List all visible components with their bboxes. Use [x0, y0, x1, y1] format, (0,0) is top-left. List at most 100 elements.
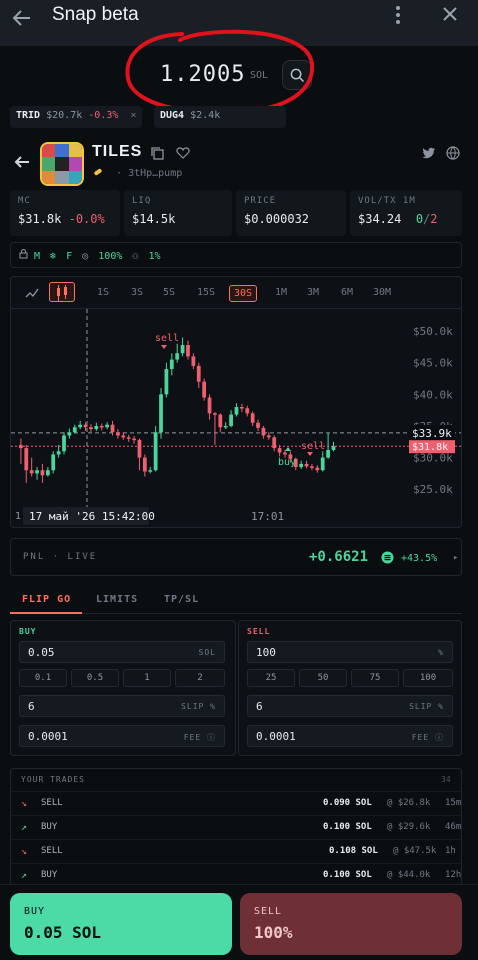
buy-slippage-input[interactable]: 6 SLIP %	[19, 695, 225, 717]
candle-body	[78, 424, 83, 428]
token-stats: MC $31.8k -0.0% LIQ $14.5k PRICE $0.0000…	[10, 190, 462, 236]
trade-row[interactable]: ↗ BUY 0.100 SOL @ $44.0k 12h	[11, 863, 461, 885]
tf-3m[interactable]: 3M	[303, 285, 323, 300]
tf-30s[interactable]: 30S	[229, 285, 258, 302]
globe-icon[interactable]	[446, 146, 460, 160]
buy-preset-button[interactable]: 1	[123, 669, 171, 687]
twitter-icon[interactable]	[422, 146, 436, 160]
trade-mc: @ $44.0k	[387, 870, 431, 880]
buy-preset-button[interactable]: 0.5	[71, 669, 119, 687]
sell-marker-label: sell	[301, 441, 325, 452]
sell-panel-title: SELL	[247, 627, 271, 636]
token-address[interactable]: · 3tHp…pump	[116, 168, 182, 179]
sell-preset-button[interactable]: 50	[299, 669, 347, 687]
tf-3s[interactable]: 3S	[127, 285, 147, 300]
tf-6m[interactable]: 6M	[337, 285, 357, 300]
candle-body	[320, 457, 325, 471]
y-tick-label: $45.0k	[413, 357, 453, 370]
buy-button[interactable]: BUY 0.05 SOL	[10, 893, 232, 955]
buy-fee-input[interactable]: 0.0001 FEE ⓘ	[19, 725, 225, 747]
close-icon[interactable]	[440, 4, 460, 24]
candle-body	[132, 438, 136, 441]
buy-preset-button[interactable]: 2	[175, 669, 225, 687]
your-trades: YOUR TRADES 34 ↘ SELL 0.090 SOL @ $26.8k…	[10, 768, 462, 886]
candle-body	[40, 470, 45, 476]
trade-side: BUY	[41, 822, 58, 832]
token-name: TILES	[92, 143, 143, 160]
price-chart[interactable]: 1S 3S 5S 15S 30S 1M 3M 6M 30M $50.0k $45.…	[10, 276, 462, 528]
ticker-chip-dug4[interactable]: DUG4 $2.4k	[154, 106, 286, 128]
back-arrow-icon[interactable]	[10, 6, 34, 30]
kebab-menu-icon[interactable]	[390, 4, 406, 26]
sell-presets: 25 50 75 100	[247, 669, 453, 687]
buy-amount-input[interactable]: 0.05 SOL	[19, 641, 225, 663]
buy-fee-unit-row: FEE ⓘ	[184, 732, 216, 743]
heart-icon[interactable]	[176, 146, 190, 160]
x-axis-time-label: 17:01	[251, 510, 284, 523]
pnl-expand-icon[interactable]: ▸	[453, 553, 458, 563]
tab-flip-go[interactable]: FLIP GO	[22, 594, 71, 605]
sell-amount-unit: %	[438, 648, 444, 657]
y-tick-label: $40.0k	[413, 388, 453, 401]
candle-body	[326, 449, 330, 458]
chip-close-icon[interactable]: ×	[130, 110, 136, 121]
candle-body	[51, 454, 56, 471]
y-tick-label: $50.0k	[413, 325, 453, 338]
copy-icon[interactable]	[150, 146, 164, 160]
trade-row[interactable]: ↘ SELL 0.090 SOL @ $26.8k 15m	[11, 791, 461, 814]
sell-preset-button[interactable]: 25	[247, 669, 295, 687]
sell-fee-unit: FEE	[411, 733, 430, 742]
sell-fee-unit-row: FEE ⓘ	[412, 732, 444, 743]
flag-freeze: F	[66, 251, 73, 262]
tf-30m[interactable]: 30M	[369, 285, 395, 300]
trade-row[interactable]: ↗ BUY 0.100 SOL @ $29.6k 46m	[11, 815, 461, 838]
tf-1m[interactable]: 1M	[271, 285, 291, 300]
pnl-bar[interactable]: PNL · LIVE +0.6621 +43.5% ▸	[10, 538, 462, 576]
sell-slippage-input[interactable]: 6 SLIP %	[247, 695, 453, 717]
candle-body	[29, 470, 34, 474]
fee-info-icon[interactable]: ⓘ	[435, 733, 444, 742]
sell-button[interactable]: SELL 100%	[240, 893, 462, 955]
trade-amount: 0.090 SOL	[323, 798, 372, 808]
candle-body	[283, 452, 287, 455]
tf-5s[interactable]: 5S	[159, 285, 179, 300]
app-title: Snap beta	[52, 4, 139, 25]
candle-body	[191, 356, 196, 366]
trades-count: 34	[441, 775, 451, 784]
buy-arrow-icon: ↗	[21, 870, 28, 881]
fee-info-icon[interactable]: ⓘ	[207, 733, 216, 742]
tf-1s[interactable]: 1S	[93, 285, 113, 300]
stat-liq-label: LIQ	[132, 196, 152, 206]
tab-limits[interactable]: LIMITS	[96, 594, 138, 605]
sell-panel: SELL 100 % 25 50 75 100 6 SLIP % 0.0001 …	[238, 620, 462, 756]
sell-preset-button[interactable]: 100	[403, 669, 453, 687]
tab-tp-sl[interactable]: TP/SL	[164, 594, 199, 605]
flag-holder-pct: 1%	[148, 251, 161, 262]
chip-mc: $2.4k	[190, 110, 221, 121]
candle-body	[186, 345, 190, 357]
token-back-icon[interactable]	[12, 152, 32, 172]
candlestick-plot[interactable]: $50.0k$45.0k$40.0k$35.0k$30.0k$25.0ksell…	[11, 309, 462, 528]
buy-preset-button[interactable]: 0.1	[19, 669, 67, 687]
candle-body	[223, 425, 228, 428]
candle-body	[250, 413, 255, 423]
sell-amount-input[interactable]: 100 %	[247, 641, 453, 663]
stat-price: PRICE $0.000032	[236, 190, 346, 236]
sell-fee-input[interactable]: 0.0001 FEE ⓘ	[247, 725, 453, 747]
stat-mc-value-row: $31.8k -0.0%	[18, 212, 112, 226]
trade-row[interactable]: ↘ SELL 0.108 SOL @ $47.5k 1h	[11, 839, 461, 862]
sell-slippage-value: 6	[256, 700, 263, 713]
trade-side: SELL	[41, 846, 63, 856]
line-chart-icon[interactable]	[25, 287, 39, 299]
candle-chart-toggle[interactable]	[49, 282, 75, 302]
address-separator: ·	[116, 168, 123, 179]
sell-preset-button[interactable]: 75	[351, 669, 399, 687]
tf-15s[interactable]: 15S	[193, 285, 219, 300]
candle-body	[116, 432, 120, 436]
candle-body	[229, 414, 233, 426]
pnl-value: +0.6621	[309, 549, 369, 565]
ticker-chip-trid[interactable]: TRID $20.7k -0.3% ×	[10, 106, 142, 128]
buy-slippage-value: 6	[28, 700, 35, 713]
buy-fee-value: 0.0001	[28, 730, 68, 743]
sell-marker-label: sell	[155, 333, 179, 344]
